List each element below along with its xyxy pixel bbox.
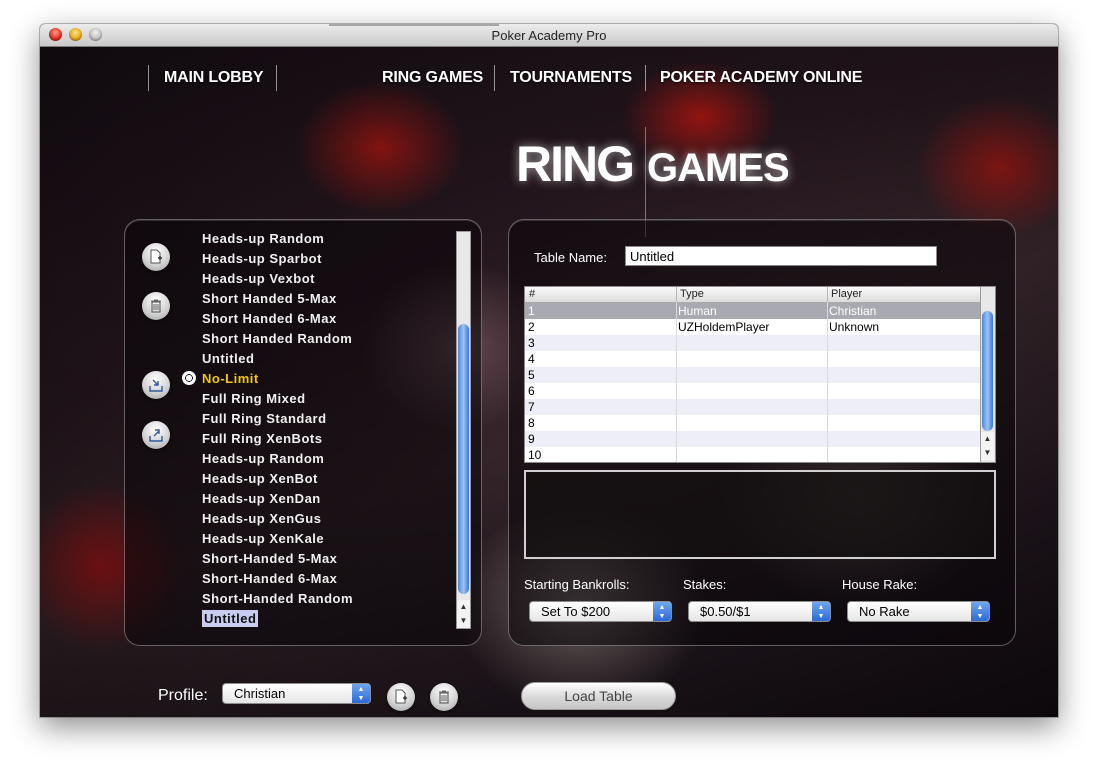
page-title: RING GAMES	[516, 135, 790, 193]
players-table: # Type Player 1 Human Christian 2 UZHoldemP…	[524, 286, 996, 463]
column-divider	[676, 302, 677, 462]
trash-icon	[439, 690, 449, 704]
export-table-button[interactable]	[142, 421, 170, 449]
list-item[interactable]: Heads-up Vexbot	[202, 269, 457, 289]
list-item[interactable]: Full Ring Mixed	[202, 389, 457, 409]
title-bar: Poker Academy Pro	[40, 24, 1058, 47]
nav-poker-academy-online[interactable]: POKER ACADEMY ONLINE	[660, 69, 862, 87]
page-title-big: RING	[516, 136, 635, 192]
new-table-button[interactable]	[142, 243, 170, 271]
updown-arrows-icon: ▲ ▼	[812, 602, 830, 621]
scrollbar-thumb[interactable]	[458, 324, 469, 594]
nav-divider	[148, 65, 149, 91]
column-header-player[interactable]: Player	[831, 288, 862, 300]
stakes-label: Stakes:	[683, 577, 727, 592]
list-item[interactable]: Untitled	[202, 349, 457, 369]
list-item[interactable]: Heads-up Random	[202, 229, 457, 249]
table-description-box	[524, 470, 996, 559]
new-document-icon	[150, 249, 162, 264]
table-name-input[interactable]	[625, 246, 937, 266]
list-item[interactable]: Heads-up Sparbot	[202, 249, 457, 269]
stakes-select[interactable]: $0.50/$1 ▲ ▼	[688, 601, 831, 622]
starting-bankrolls-select[interactable]: Set To $200 ▲ ▼	[529, 601, 672, 622]
load-table-button[interactable]: Load Table	[521, 682, 676, 710]
list-item[interactable]: Short-Handed Random	[202, 589, 457, 609]
table-row[interactable]: 7	[525, 399, 980, 415]
table-row[interactable]: 10	[525, 447, 980, 462]
export-icon	[149, 429, 163, 442]
table-row[interactable]: 4	[525, 351, 980, 367]
window-title: Poker Academy Pro	[491, 28, 607, 43]
table-name-label: Table Name:	[534, 250, 607, 265]
list-item[interactable]: Short Handed 5-Max	[202, 289, 457, 309]
import-icon	[149, 379, 163, 392]
list-item[interactable]: Short Handed Random	[202, 329, 457, 349]
table-row[interactable]: 1 Human Christian	[525, 303, 980, 319]
table-row[interactable]: 5	[525, 367, 980, 383]
ring-games-screen: MAIN LOBBY RING GAMES TOURNAMENTS POKER …	[40, 47, 1058, 717]
nav-divider	[276, 65, 277, 91]
profile-select[interactable]: Christian ▲ ▼	[222, 683, 371, 704]
list-item[interactable]: Short-Handed 5-Max	[202, 549, 457, 569]
players-table-header: # Type Player	[525, 287, 980, 303]
scroll-up-arrow[interactable]: ▲	[457, 600, 470, 614]
players-table-scrollbar[interactable]: ▲ ▼	[980, 287, 995, 462]
column-divider	[676, 287, 677, 302]
house-rake-select[interactable]: No Rake ▲ ▼	[847, 601, 990, 622]
column-header-number[interactable]: #	[529, 288, 535, 300]
table-row[interactable]: 8	[525, 415, 980, 431]
new-document-icon	[395, 689, 407, 704]
top-navigation: MAIN LOBBY RING GAMES TOURNAMENTS POKER …	[40, 65, 1058, 95]
profile-label: Profile:	[158, 687, 208, 704]
list-item-selected[interactable]: Untitled	[202, 609, 457, 629]
table-row[interactable]: 6	[525, 383, 980, 399]
house-rake-label: House Rake:	[842, 577, 918, 592]
table-list: Heads-up Random Heads-up Sparbot Heads-u…	[182, 229, 457, 629]
table-list-scrollbar[interactable]: ▲ ▼	[456, 231, 471, 629]
list-item[interactable]: Heads-up XenBot	[202, 469, 457, 489]
new-profile-button[interactable]	[387, 683, 415, 711]
updown-arrows-icon: ▲ ▼	[971, 602, 989, 621]
house-rake-value: No Rake	[859, 604, 910, 619]
scroll-up-arrow[interactable]: ▲	[981, 432, 994, 446]
profile-value: Christian	[234, 686, 286, 701]
trash-icon	[151, 299, 161, 313]
chip-icon	[182, 371, 196, 385]
column-header-type[interactable]: Type	[680, 288, 704, 300]
title-bar-tab-highlight	[329, 24, 499, 26]
updown-arrows-icon: ▲ ▼	[653, 602, 671, 621]
list-item[interactable]: Heads-up XenDan	[202, 489, 457, 509]
delete-profile-button[interactable]	[430, 683, 458, 711]
nav-main-lobby[interactable]: MAIN LOBBY	[164, 69, 264, 87]
nav-divider	[494, 65, 495, 91]
starting-bankrolls-label: Starting Bankrolls:	[524, 577, 630, 592]
starting-bankrolls-value: Set To $200	[541, 604, 611, 619]
nav-divider	[645, 65, 646, 91]
list-item[interactable]: Full Ring Standard	[202, 409, 457, 429]
column-divider	[827, 302, 828, 462]
list-item[interactable]: Full Ring XenBots	[202, 429, 457, 449]
list-item[interactable]: Heads-up Random	[202, 449, 457, 469]
import-table-button[interactable]	[142, 371, 170, 399]
nav-tournaments[interactable]: TOURNAMENTS	[510, 69, 632, 87]
list-item[interactable]: Heads-up XenGus	[202, 509, 457, 529]
table-row[interactable]: 3	[525, 335, 980, 351]
page-title-small: GAMES	[647, 146, 790, 190]
scroll-down-arrow[interactable]: ▼	[457, 614, 470, 628]
table-row[interactable]: 2 UZHoldemPlayer Unknown	[525, 319, 980, 335]
scrollbar-thumb[interactable]	[982, 311, 993, 431]
list-category-no-limit[interactable]: No-Limit	[182, 369, 457, 389]
list-item[interactable]: Short Handed 6-Max	[202, 309, 457, 329]
list-item[interactable]: Heads-up XenKale	[202, 529, 457, 549]
stakes-value: $0.50/$1	[700, 604, 751, 619]
updown-arrows-icon: ▲ ▼	[352, 684, 370, 703]
delete-table-button[interactable]	[142, 292, 170, 320]
app-window: Poker Academy Pro MAIN LOBBY RING GAMES …	[40, 24, 1058, 717]
column-divider	[827, 287, 828, 302]
table-row[interactable]: 9	[525, 431, 980, 447]
list-item[interactable]: Short-Handed 6-Max	[202, 569, 457, 589]
scroll-down-arrow[interactable]: ▼	[981, 446, 994, 460]
nav-ring-games[interactable]: RING GAMES	[382, 69, 483, 87]
